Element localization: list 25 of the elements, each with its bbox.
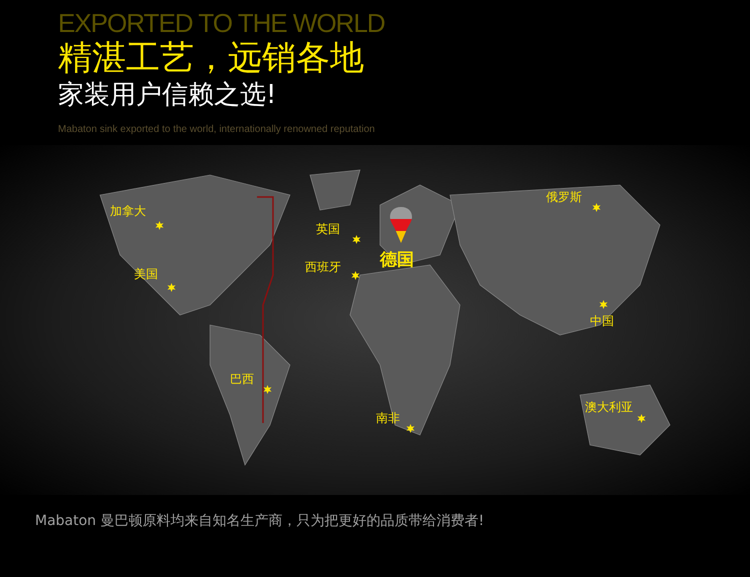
star-icon	[352, 235, 361, 244]
star-icon	[167, 283, 176, 292]
star-icon	[406, 424, 415, 433]
eyebrow-heading: EXPORTED TO THE WORLD	[58, 8, 385, 38]
star-icon	[263, 385, 272, 394]
country-label: 美国	[134, 266, 158, 283]
subheadline: 家装用户信赖之选!	[58, 79, 276, 112]
star-icon	[599, 300, 608, 309]
country-label: 中国	[590, 313, 614, 330]
star-icon	[155, 221, 164, 230]
star-icon	[637, 414, 646, 423]
country-label: 俄罗斯	[546, 189, 582, 206]
footer-note: Mabaton 曼巴顿原料均来自知名生产商，只为把更好的品质带给消费者!	[35, 513, 484, 529]
country-label: 南非	[376, 410, 400, 427]
flag-pin-icon	[390, 207, 412, 243]
country-label: 德国	[380, 249, 414, 272]
country-label: 澳大利亚	[585, 399, 633, 416]
star-icon	[351, 271, 360, 280]
country-label: 西班牙	[305, 259, 341, 276]
country-label: 巴西	[230, 371, 254, 388]
tagline: Mabaton sink exported to the world, internationally renowned reputation	[58, 123, 375, 137]
star-icon	[592, 203, 601, 212]
country-label: 加拿大	[110, 203, 146, 220]
headline: 精湛工艺，远销各地	[58, 38, 364, 78]
country-label: 英国	[316, 221, 340, 238]
